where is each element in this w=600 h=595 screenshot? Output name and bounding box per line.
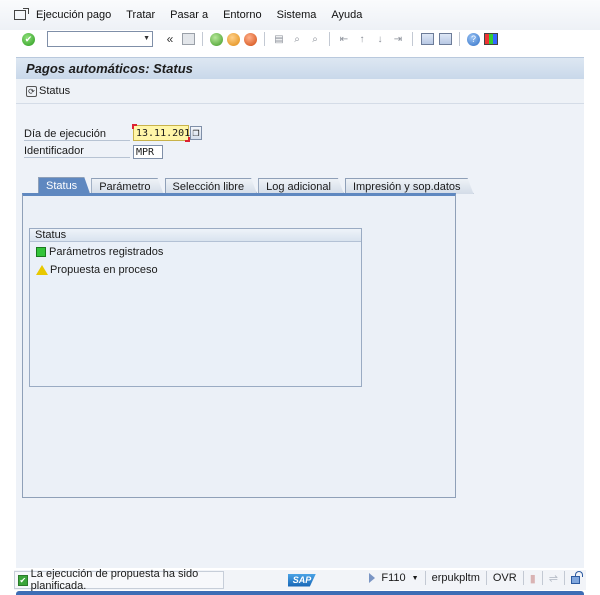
status-group-box: Status Parámetros registrados Propuesta … [29, 228, 362, 387]
command-field[interactable]: ▼ [47, 31, 153, 47]
menu-pasar-a[interactable]: Pasar a [170, 9, 208, 21]
run-date-label: Día de ejecución [24, 127, 130, 141]
first-page-icon[interactable]: ⇤ [337, 32, 351, 46]
layout-menu-icon[interactable] [484, 33, 498, 45]
status-group-title: Status [30, 229, 361, 242]
insert-mode[interactable]: OVR [493, 572, 517, 584]
tab-seleccion-libre[interactable]: Selección libre [165, 178, 258, 194]
enter-checkmark-icon[interactable]: ✔ [22, 32, 35, 46]
tab-parametro[interactable]: Parámetro [91, 178, 163, 194]
status-tab-panel: Status Parámetros registrados Propuesta … [22, 193, 456, 498]
green-square-icon [36, 247, 46, 257]
new-session-icon[interactable] [420, 32, 434, 46]
transaction-code[interactable]: F110 [381, 572, 405, 584]
expand-status-icon[interactable] [369, 573, 376, 583]
menu-bar: Ejecución pago Tratar Pasar a Entorno Si… [0, 0, 600, 30]
status-item-label: Parámetros registrados [49, 246, 164, 258]
find-icon[interactable]: ⌕ [290, 32, 304, 46]
find-next-icon[interactable]: ⌕ [308, 32, 322, 46]
tab-strip: Status Parámetro Selección libre Log adi… [38, 177, 475, 194]
status-item: Parámetros registrados [30, 244, 361, 260]
tab-status[interactable]: Status [38, 177, 90, 194]
standard-toolbar: ✔ ▼ « ▤ ⌕ ⌕ ⇤ ↑ ↓ ⇥ ? [0, 30, 600, 48]
run-date-field[interactable]: 13.11.2019 [132, 124, 196, 142]
next-page-icon[interactable]: ↓ [373, 32, 387, 46]
status-separator [564, 571, 565, 585]
status-separator [541, 571, 543, 585]
main-content: Día de ejecución 13.11.2019 ❐ Identifica… [16, 104, 584, 568]
shortcut-icon[interactable] [438, 32, 452, 46]
status-separator [424, 571, 426, 585]
print-icon[interactable]: ▤ [272, 32, 286, 46]
history-icon[interactable]: « [163, 32, 177, 46]
exit-menu-icon[interactable] [14, 8, 29, 20]
cancel-icon[interactable] [244, 32, 257, 46]
identifier-field[interactable]: MPR [133, 145, 163, 159]
refresh-status-icon[interactable]: ⟳ [26, 85, 37, 97]
help-icon[interactable]: ? [467, 32, 480, 46]
calendar-icon[interactable]: ❐ [190, 126, 202, 140]
previous-page-icon[interactable]: ↑ [355, 32, 369, 46]
tab-impresion-sop-datos[interactable]: Impresión y sop.datos [345, 178, 474, 194]
menu-ayuda[interactable]: Ayuda [331, 9, 362, 21]
lock-icon[interactable] [571, 571, 583, 584]
system-info: F110 ▼ erpukpltm OVR ▮ ⇌ [369, 571, 583, 585]
identifier-label: Identificador [24, 144, 130, 158]
toolbar-separator [329, 32, 330, 46]
toolbar-separator [264, 32, 265, 46]
toolbar-separator [202, 32, 203, 46]
window-bottom-border [16, 591, 584, 595]
status-item: Propuesta en proceso [30, 262, 361, 278]
application-toolbar: ⟳ Status [16, 79, 584, 104]
last-page-icon[interactable]: ⇥ [391, 32, 405, 46]
exit-icon[interactable] [227, 32, 240, 46]
status-message[interactable]: ✔ La ejecución de propuesta ha sido plan… [14, 568, 224, 592]
success-check-icon: ✔ [18, 574, 28, 586]
status-bar: ✔ La ejecución de propuesta ha sido plan… [14, 568, 586, 592]
status-separator [485, 571, 487, 585]
save-icon[interactable] [181, 32, 195, 46]
server-name: erpukpltm [431, 572, 480, 584]
chevron-down-icon[interactable]: ▼ [412, 575, 419, 582]
status-separator [522, 571, 524, 585]
menu-sistema[interactable]: Sistema [277, 9, 317, 21]
toolbar-separator [412, 32, 413, 46]
back-icon[interactable] [210, 32, 223, 46]
sap-logo: SAP [288, 573, 316, 587]
toolbar-separator [459, 32, 460, 46]
menu-tratar[interactable]: Tratar [126, 9, 155, 21]
screen-title-bar: Pagos automáticos: Status [16, 57, 584, 79]
status-item-label: Propuesta en proceso [50, 264, 158, 276]
status-message-text: La ejecución de propuesta ha sido planif… [30, 568, 199, 592]
yellow-triangle-icon [36, 265, 48, 275]
page-title: Pagos automáticos: Status [26, 61, 193, 76]
chevron-down-icon[interactable]: ▼ [143, 35, 150, 42]
filter-icon: ⇌ [548, 572, 558, 585]
status-button[interactable]: Status [39, 85, 70, 97]
menu-entorno[interactable]: Entorno [223, 9, 262, 21]
performance-icon: ▮ [529, 572, 536, 585]
tab-log-adicional[interactable]: Log adicional [258, 178, 344, 194]
menu-ejecucion-pago[interactable]: Ejecución pago [36, 9, 111, 21]
